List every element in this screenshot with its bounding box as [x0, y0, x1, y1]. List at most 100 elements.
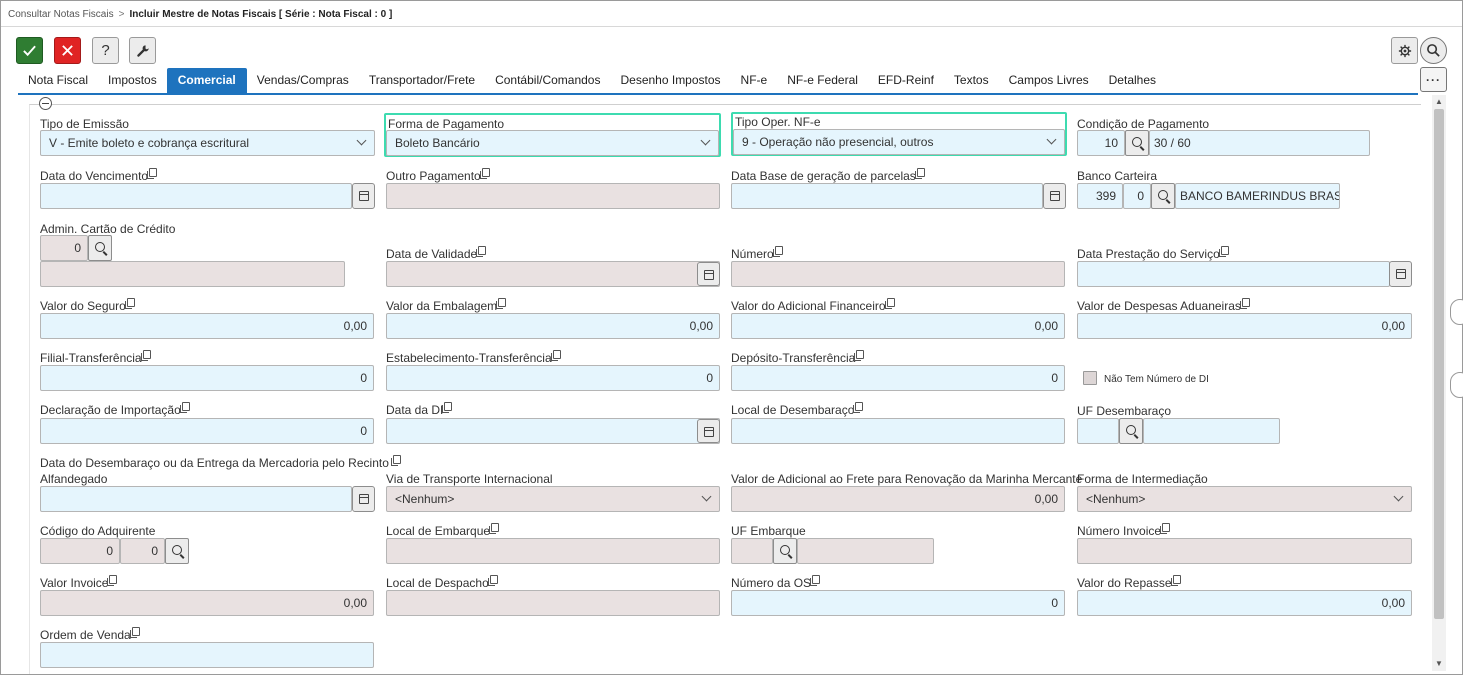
side-panel-toggle-2[interactable]: [1450, 372, 1463, 398]
codigo-adquirente-search-button[interactable]: [165, 538, 189, 564]
condicao-pagamento-search-button[interactable]: [1125, 130, 1149, 156]
tab-efd-reinf[interactable]: EFD-Reinf: [868, 68, 944, 93]
copy-icon[interactable]: [479, 168, 490, 179]
copy-icon[interactable]: [124, 298, 135, 309]
ordem-venda-input[interactable]: [40, 642, 374, 668]
tab-comercial[interactable]: Comercial: [166, 68, 247, 93]
tab-campos-livres[interactable]: Campos Livres: [999, 68, 1099, 93]
tipo-oper-select[interactable]: 9 - Operação não presencial, outros: [733, 129, 1065, 155]
tab-nfe[interactable]: NF-e: [731, 68, 778, 93]
copy-icon[interactable]: [550, 350, 561, 361]
tab-desenho-impostos[interactable]: Desenho Impostos: [610, 68, 730, 93]
more-tabs-button[interactable]: ···: [1420, 67, 1447, 92]
tab-transportador-frete[interactable]: Transportador/Frete: [359, 68, 485, 93]
copy-icon[interactable]: [107, 575, 118, 586]
copy-icon[interactable]: [179, 402, 190, 413]
search-icon: [780, 545, 790, 555]
cancel-button[interactable]: [54, 37, 81, 64]
copy-icon[interactable]: [140, 350, 151, 361]
nao-tem-di-checkbox[interactable]: [1083, 371, 1097, 385]
numero-os-input[interactable]: 0: [731, 590, 1065, 616]
data-vencimento-input[interactable]: [40, 183, 352, 209]
data-di-calendar-button[interactable]: [697, 419, 720, 443]
tipo-emissao-select[interactable]: V - Emite boleto e cobrança escritural: [40, 130, 375, 156]
copy-icon[interactable]: [487, 575, 498, 586]
copy-icon[interactable]: [391, 455, 402, 466]
tab-vendas-compras[interactable]: Vendas/Compras: [247, 68, 359, 93]
settings-button[interactable]: [1391, 37, 1418, 64]
confirm-button[interactable]: [16, 37, 43, 64]
vertical-scrollbar[interactable]: ▲ ▼: [1432, 95, 1446, 671]
copy-icon[interactable]: [147, 168, 158, 179]
copy-icon[interactable]: [1160, 523, 1171, 534]
copy-icon[interactable]: [1218, 246, 1229, 257]
banco-carteira-search-button[interactable]: [1151, 183, 1175, 209]
data-desembaraco-input[interactable]: [40, 486, 352, 512]
valor-repasse-input[interactable]: 0,00: [1077, 590, 1412, 616]
global-search-button[interactable]: [1420, 37, 1447, 64]
breadcrumb-parent[interactable]: Consultar Notas Fiscais: [8, 9, 114, 20]
valor-seguro-input[interactable]: 0,00: [40, 313, 374, 339]
collapse-section-icon[interactable]: [39, 97, 52, 110]
tab-contabil-comandos[interactable]: Contábil/Comandos: [485, 68, 610, 93]
copy-icon[interactable]: [1170, 575, 1181, 586]
valor-invoice-input: 0,00: [40, 590, 374, 616]
data-di-input[interactable]: [386, 418, 720, 444]
uf-desembaraco-code[interactable]: [1077, 418, 1119, 444]
codigo-adquirente-code1[interactable]: 0: [40, 538, 120, 564]
uf-embarque-search-button[interactable]: [773, 538, 797, 564]
data-vencimento-calendar-button[interactable]: [352, 183, 375, 209]
estab-transf-input[interactable]: 0: [386, 365, 720, 391]
copy-icon[interactable]: [772, 246, 783, 257]
forma-intermediacao-select[interactable]: <Nenhum>: [1077, 486, 1412, 512]
calendar-icon: [1050, 191, 1060, 201]
copy-icon[interactable]: [489, 523, 500, 534]
data-validade-calendar-button[interactable]: [697, 262, 720, 286]
copy-icon[interactable]: [810, 575, 821, 586]
copy-icon[interactable]: [476, 246, 487, 257]
uf-desembaraco-search-button[interactable]: [1119, 418, 1143, 444]
copy-icon[interactable]: [884, 298, 895, 309]
via-transporte-select[interactable]: <Nenhum>: [386, 486, 720, 512]
copy-icon[interactable]: [914, 168, 925, 179]
codigo-adquirente-code2[interactable]: 0: [120, 538, 165, 564]
scroll-up-arrow-icon[interactable]: ▲: [1434, 97, 1444, 107]
data-base-calendar-button[interactable]: [1043, 183, 1066, 209]
carteira-code-input[interactable]: 0: [1123, 183, 1151, 209]
scroll-thumb[interactable]: [1434, 109, 1444, 619]
uf-embarque-code[interactable]: [731, 538, 773, 564]
tools-button[interactable]: [129, 37, 156, 64]
copy-icon[interactable]: [853, 402, 864, 413]
condicao-pagamento-code[interactable]: 10: [1077, 130, 1125, 156]
valor-repasse-label: Valor do Repasse: [1077, 575, 1181, 590]
deposito-transf-input[interactable]: 0: [731, 365, 1065, 391]
banco-code-input[interactable]: 399: [1077, 183, 1123, 209]
copy-icon[interactable]: [496, 298, 507, 309]
forma-pagamento-select[interactable]: Boleto Bancário: [386, 130, 719, 156]
tab-impostos[interactable]: Impostos: [98, 68, 167, 93]
admin-cartao-code[interactable]: 0: [40, 235, 88, 261]
data-prestacao-calendar-button[interactable]: [1389, 261, 1412, 287]
data-prestacao-input[interactable]: [1077, 261, 1390, 287]
filial-transf-input[interactable]: 0: [40, 365, 374, 391]
copy-icon[interactable]: [442, 402, 453, 413]
copy-icon[interactable]: [854, 350, 865, 361]
local-desembaraco-input[interactable]: [731, 418, 1065, 444]
scroll-down-arrow-icon[interactable]: ▼: [1434, 659, 1444, 669]
help-button[interactable]: ?: [92, 37, 119, 64]
data-desembaraco-calendar-button[interactable]: [352, 486, 375, 512]
declaracao-import-input[interactable]: 0: [40, 418, 374, 444]
ordem-venda-label: Ordem de Venda: [40, 627, 140, 642]
admin-cartao-search-button[interactable]: [88, 235, 112, 261]
valor-adicional-fin-input[interactable]: 0,00: [731, 313, 1065, 339]
tab-textos[interactable]: Textos: [944, 68, 999, 93]
tab-nota-fiscal[interactable]: Nota Fiscal: [18, 68, 98, 93]
valor-despesas-adu-input[interactable]: 0,00: [1077, 313, 1412, 339]
tab-nfe-federal[interactable]: NF-e Federal: [777, 68, 868, 93]
copy-icon[interactable]: [129, 627, 140, 638]
valor-embalagem-input[interactable]: 0,00: [386, 313, 720, 339]
tab-detalhes[interactable]: Detalhes: [1099, 68, 1166, 93]
data-base-input[interactable]: [731, 183, 1043, 209]
copy-icon[interactable]: [1239, 298, 1250, 309]
side-panel-toggle-1[interactable]: [1450, 299, 1463, 325]
